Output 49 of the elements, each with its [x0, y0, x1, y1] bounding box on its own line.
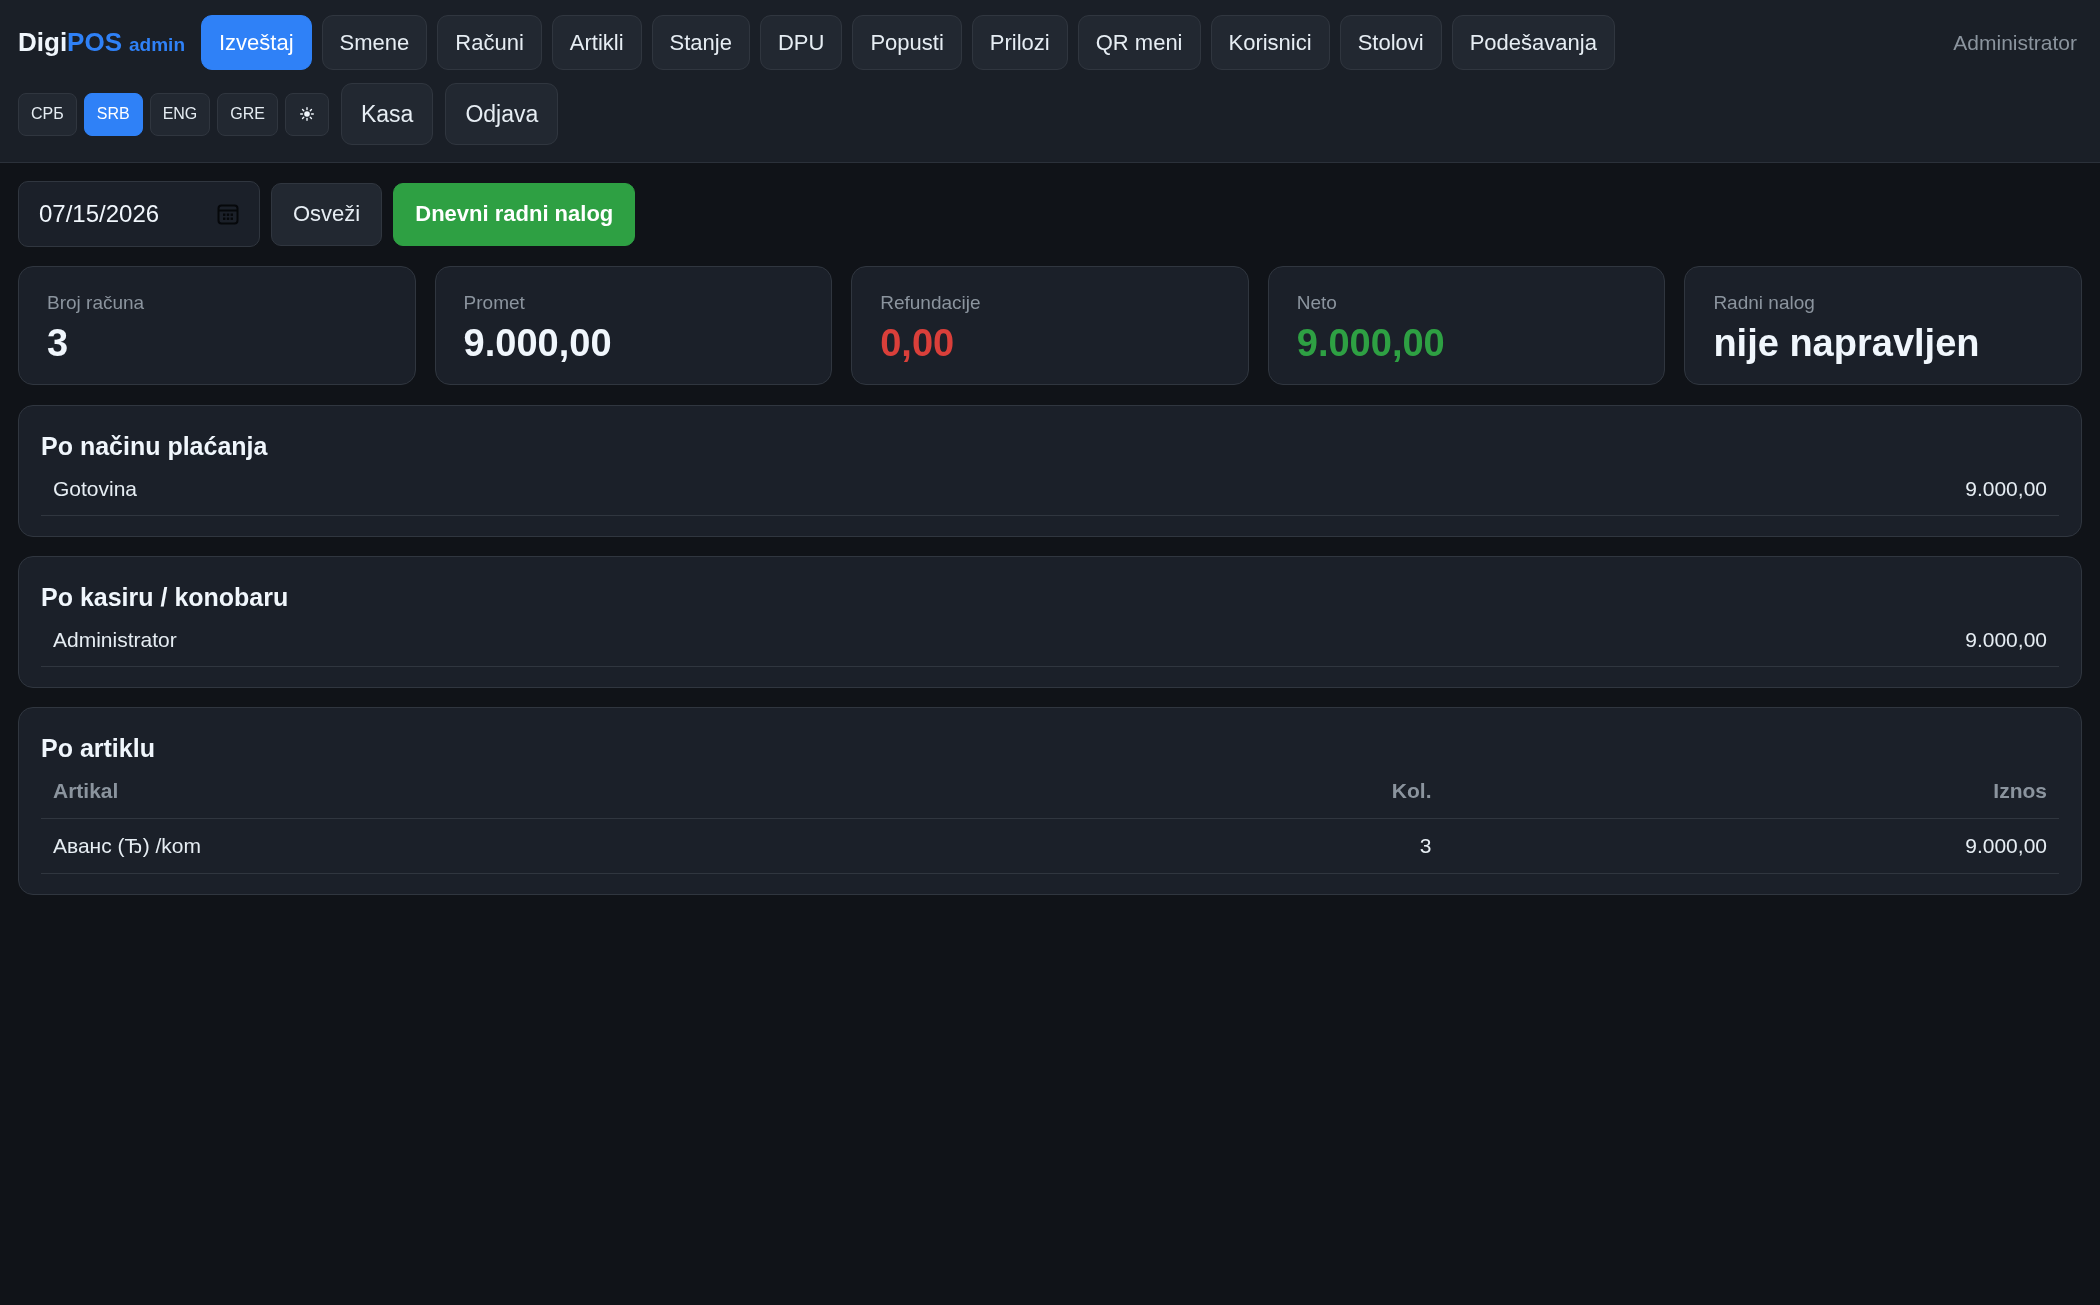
column-header: Artikal	[53, 779, 119, 803]
nav-tab[interactable]: Izveštaj	[201, 15, 312, 70]
stat-value: 9.000,00	[463, 321, 612, 365]
column-header: Iznos	[1993, 779, 2047, 803]
language-button[interactable]: SRB	[83, 92, 143, 136]
register-button[interactable]: Kasa	[341, 83, 434, 145]
nav-tab[interactable]: Prilozi	[971, 15, 1068, 70]
stat-value: 0,00	[880, 321, 955, 365]
stat-label: Promet	[463, 291, 525, 315]
nav-tab[interactable]: Popusti	[852, 15, 962, 70]
nav-tab[interactable]: Korisnici	[1210, 15, 1330, 70]
panel-title: Po načinu plaćanja	[41, 431, 268, 462]
row-amount: 9.000,00	[1965, 627, 2047, 652]
stat-label: Radni nalog	[1713, 291, 1815, 315]
sun-icon	[300, 107, 314, 121]
nav-tab[interactable]: DPU	[759, 15, 843, 70]
table-cell: 3	[1419, 834, 1432, 858]
nav-tab[interactable]: Računi	[437, 15, 542, 70]
stat-label: Refundacije	[880, 291, 981, 315]
row-label: Gotovina	[53, 476, 138, 501]
logo-text: DigiPOS	[18, 27, 123, 58]
nav-tab[interactable]: QR meni	[1077, 15, 1201, 70]
date-field[interactable]: 07/15/2026	[18, 181, 260, 247]
nav-tab[interactable]: Podešavanja	[1451, 15, 1615, 70]
nav-tab[interactable]: Stolovi	[1339, 15, 1442, 70]
row-amount: 9.000,00	[1965, 476, 2047, 501]
stat-value: 3	[47, 321, 69, 365]
language-button[interactable]: ENG	[149, 92, 211, 136]
table-cell: 9.000,00	[1965, 834, 2047, 858]
language-button[interactable]: GRE	[217, 92, 278, 136]
nav-tab[interactable]: Artikli	[551, 15, 642, 70]
calendar-icon	[217, 203, 239, 225]
user-name: Administrator	[1953, 30, 2077, 55]
panel-title: Po kasiru / konobaru	[41, 582, 289, 613]
language-button[interactable]: СРБ	[18, 92, 77, 136]
panel-title: Po artiklu	[41, 733, 155, 764]
refresh-button[interactable]: Osveži	[271, 182, 383, 246]
stat-label: Broj računa	[47, 291, 145, 315]
nav-tab[interactable]: Smene	[321, 15, 428, 70]
stat-value: nije napravljen	[1713, 321, 1980, 365]
nav-tab[interactable]: Stanje	[651, 15, 750, 70]
stat-value: 9.000,00	[1296, 321, 1445, 365]
table-cell: Аванс (Ђ) /kom	[53, 834, 202, 858]
theme-toggle-button[interactable]	[285, 92, 329, 136]
logout-button[interactable]: Odjava	[445, 83, 559, 145]
logo-subtitle: admin	[129, 34, 185, 56]
row-label: Administrator	[53, 627, 177, 652]
stat-label: Neto	[1296, 291, 1337, 315]
column-header: Kol.	[1391, 779, 1432, 803]
